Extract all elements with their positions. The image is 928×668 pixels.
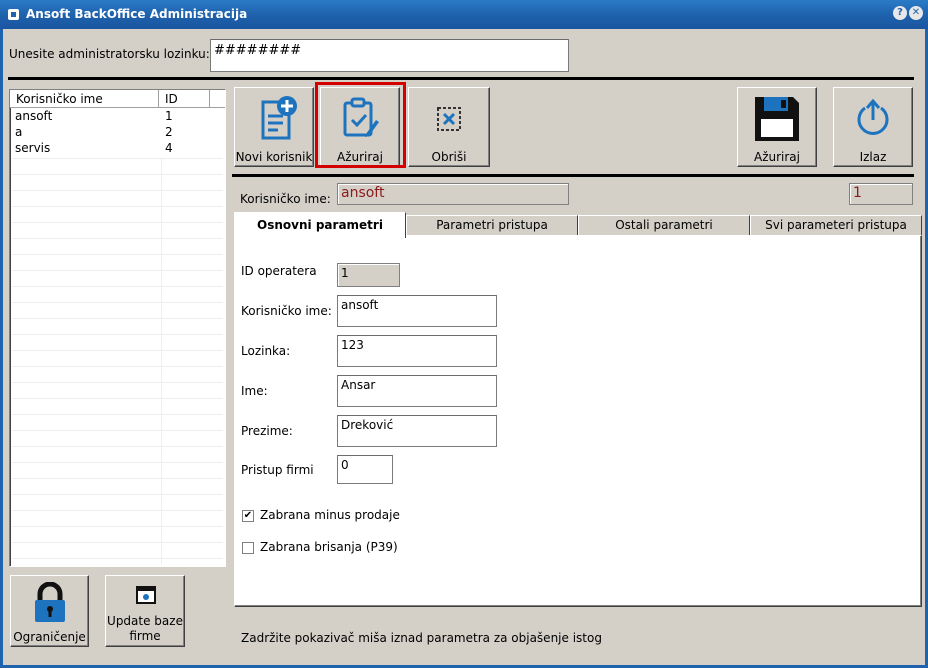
form-username-input[interactable]: ansoft: [337, 295, 497, 327]
new-user-label: Novi korisnik: [235, 150, 313, 164]
floppy-disk-icon: [755, 97, 799, 141]
company-access-input[interactable]: 0: [337, 455, 393, 484]
app-icon: [8, 9, 19, 20]
new-user-button[interactable]: Novi korisnik: [234, 87, 314, 167]
password-label: Unesite administratorsku lozinku:: [9, 47, 210, 61]
restrictions-label: Ograničenje: [13, 630, 86, 644]
cell-id: 4: [165, 141, 173, 155]
tab-access-params[interactable]: Parametri pristupa: [406, 215, 578, 235]
user-grid[interactable]: Korisničko ime ID ansoft 1 a 2 servis 4: [9, 89, 226, 567]
delete-icon: [437, 107, 461, 131]
checkmark-icon: ✔: [243, 510, 253, 521]
separator-toolbar: [232, 174, 914, 177]
separator-top: [8, 77, 914, 80]
restrictions-button[interactable]: Ograničenje: [10, 575, 89, 647]
help-button[interactable]: ?: [893, 6, 907, 20]
cell-id: 2: [165, 125, 173, 139]
minus-sale-checkbox[interactable]: ✔: [242, 510, 254, 522]
first-name-label: Ime:: [241, 384, 268, 398]
selected-username-field: ansoft: [337, 183, 569, 205]
selected-username-label: Korisničko ime:: [240, 192, 331, 206]
new-user-icon: [261, 96, 297, 140]
table-row[interactable]: ansoft 1: [10, 108, 225, 124]
password-input[interactable]: 123: [337, 335, 497, 367]
password-field-label: Lozinka:: [241, 344, 291, 358]
cell-username: ansoft: [15, 109, 53, 123]
grid-header: Korisničko ime ID: [10, 90, 225, 108]
title-bar: Ansoft BackOffice Administracija ? ✕: [0, 0, 928, 29]
form-username-label: Korisničko ime:: [241, 304, 332, 318]
update-db-button[interactable]: Update baze firme: [105, 575, 185, 647]
cell-username: a: [15, 125, 23, 139]
admin-password-input[interactable]: ########: [210, 39, 569, 72]
delete-label: Obriši: [431, 150, 467, 164]
last-name-input[interactable]: Dreković: [337, 415, 497, 447]
selected-id-field: 1: [849, 183, 913, 205]
window-settings-icon: [136, 586, 156, 604]
cell-id: 1: [165, 109, 173, 123]
tab-basic-params[interactable]: Osnovni parametri: [234, 212, 406, 238]
delete-ban-label: Zabrana brisanja (P39): [260, 540, 398, 554]
window-title: Ansoft BackOffice Administracija: [26, 7, 248, 21]
column-header-id[interactable]: ID: [159, 90, 210, 107]
grid-empty-rows: [12, 158, 223, 564]
close-button[interactable]: ✕: [909, 6, 923, 20]
power-icon: [857, 98, 889, 135]
status-hint: Zadržite pokazivač miša iznad parametra …: [241, 631, 602, 645]
table-row[interactable]: servis 4: [10, 140, 225, 156]
operator-id-label: ID operatera: [241, 264, 317, 278]
save-label: Ažuriraj: [753, 150, 800, 164]
delete-ban-checkbox[interactable]: [242, 542, 254, 554]
last-name-label: Prezime:: [241, 424, 293, 438]
update-button-highlight: [315, 82, 406, 168]
tab-all-access-params[interactable]: Svi parameteri pristupa: [750, 215, 922, 235]
update-db-label-line1: Update baze: [107, 614, 183, 628]
tab-other-params[interactable]: Ostali parametri: [578, 215, 750, 235]
save-button[interactable]: Ažuriraj: [737, 87, 817, 167]
update-db-label-line2: firme: [129, 629, 161, 643]
delete-button[interactable]: Obriši: [408, 87, 490, 167]
column-header-username[interactable]: Korisničko ime: [10, 90, 159, 107]
first-name-input[interactable]: Ansar: [337, 375, 497, 407]
lock-icon: [35, 582, 65, 622]
company-access-label: Pristup firmi: [241, 463, 314, 477]
cell-username: servis: [15, 141, 51, 155]
minus-sale-label: Zabrana minus prodaje: [260, 508, 400, 522]
exit-label: Izlaz: [859, 150, 887, 164]
exit-button[interactable]: Izlaz: [833, 87, 913, 167]
operator-id-field: 1: [337, 263, 400, 287]
table-row[interactable]: a 2: [10, 124, 225, 140]
